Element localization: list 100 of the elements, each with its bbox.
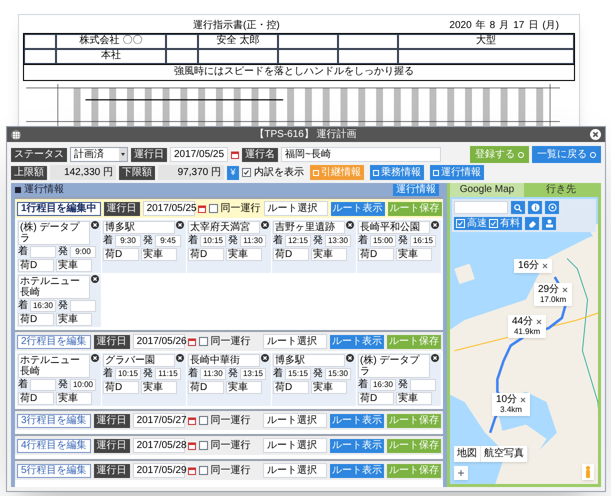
cargo-field[interactable]: 荷D xyxy=(358,248,394,261)
map-search-field[interactable] xyxy=(454,201,508,214)
toggle-checkbox[interactable] xyxy=(456,219,465,228)
status-field[interactable]: 実車 xyxy=(311,381,347,394)
date-field[interactable]: 2017/05/29 xyxy=(132,463,185,478)
tool-button[interactable]: 運行情報 xyxy=(430,165,484,180)
name-field[interactable]: 福岡~長崎 xyxy=(281,147,441,162)
status-field[interactable]: 実車 xyxy=(141,381,177,394)
status-field[interactable]: 実車 xyxy=(56,313,92,326)
target-button[interactable] xyxy=(545,201,559,214)
date-field[interactable]: 2017/05/25 xyxy=(170,147,228,162)
arrive-time-field[interactable]: 10:15 xyxy=(200,235,226,247)
zoom-in-button[interactable]: + xyxy=(454,466,468,480)
same-checkbox[interactable] xyxy=(198,441,208,450)
status-select[interactable]: 計画済 xyxy=(70,147,128,162)
stop-name-field[interactable]: ホテルニュー長崎 xyxy=(18,275,90,299)
cargo-field[interactable]: 荷D xyxy=(18,392,54,405)
cargo-field[interactable]: 荷D xyxy=(358,392,394,405)
arrive-time-field[interactable]: 16:30 xyxy=(30,300,56,312)
cargo-field[interactable]: 荷D xyxy=(273,248,309,261)
show-route-button[interactable]: ルート表示 xyxy=(330,438,384,452)
date-field[interactable]: 2017/05/25 xyxy=(142,201,195,216)
arrive-time-field[interactable]: 11:30 xyxy=(200,368,226,380)
map-type-button[interactable]: 航空写真 xyxy=(481,446,528,462)
stop-name-field[interactable]: 吉野ヶ里遺跡 xyxy=(273,221,345,234)
cargo-field[interactable]: 荷D xyxy=(18,259,54,272)
arrive-time-field[interactable]: 10:15 xyxy=(115,368,141,380)
depart-time-field[interactable]: 13:15 xyxy=(240,368,266,380)
day-tab[interactable]: 2行程目を編集 xyxy=(17,334,91,348)
day-tab[interactable]: 3行程目を編集 xyxy=(17,414,91,428)
depart-time-field[interactable] xyxy=(70,300,96,312)
arrive-time-field[interactable]: 9:30 xyxy=(115,235,141,247)
route-field[interactable]: ルート選択 xyxy=(264,201,328,216)
route-field[interactable]: ルート選択 xyxy=(263,413,327,428)
depart-time-field[interactable]: 16:15 xyxy=(410,235,436,247)
stop-name-field[interactable]: 長崎中華街 xyxy=(188,354,260,367)
same-checkbox[interactable] xyxy=(208,204,218,213)
depart-time-field[interactable]: 9:00 xyxy=(70,246,96,258)
arrive-time-field[interactable] xyxy=(30,246,56,258)
depart-time-field[interactable]: 11:30 xyxy=(240,235,266,247)
arrive-time-field[interactable]: 15:15 xyxy=(285,368,311,380)
depart-time-field[interactable]: 11:15 xyxy=(155,368,181,380)
depart-time-field[interactable]: 10:00 xyxy=(70,379,96,391)
stop-name-field[interactable]: (株) データプラ xyxy=(358,354,430,378)
status-field[interactable]: 実車 xyxy=(56,259,92,272)
arrive-time-field[interactable]: 12:15 xyxy=(285,235,311,247)
same-checkbox[interactable] xyxy=(198,466,208,475)
section-button[interactable]: 運行情報 xyxy=(393,184,439,196)
day-tab[interactable]: 1行程目を編集中 xyxy=(17,202,101,216)
status-field[interactable]: 実車 xyxy=(56,392,92,405)
cargo-field[interactable]: 荷D xyxy=(188,381,224,394)
action-button[interactable]: 一覧に戻る xyxy=(532,146,601,163)
status-field[interactable]: 実車 xyxy=(226,248,262,261)
toggle-checkbox[interactable] xyxy=(489,219,498,228)
depart-time-field[interactable] xyxy=(410,379,436,391)
stop-name-field[interactable]: 太宰府天満宮 xyxy=(188,221,260,234)
breakdown-checkbox[interactable] xyxy=(242,168,251,177)
depart-time-field[interactable]: 9:45 xyxy=(155,235,181,247)
arrive-time-field[interactable] xyxy=(30,379,56,391)
person-button[interactable] xyxy=(542,217,556,230)
cargo-field[interactable]: 荷D xyxy=(18,313,54,326)
cargo-field[interactable]: 荷D xyxy=(103,381,139,394)
same-checkbox[interactable] xyxy=(198,416,208,425)
depart-time-field[interactable]: 15:30 xyxy=(325,368,351,380)
status-field[interactable]: 実車 xyxy=(311,248,347,261)
stop-name-field[interactable]: (株) データプラ xyxy=(18,221,90,245)
cargo-field[interactable]: 荷D xyxy=(188,248,224,261)
stop-name-field[interactable]: 博多駅 xyxy=(273,354,345,367)
status-field[interactable]: 実車 xyxy=(396,248,432,261)
stop-name-field[interactable]: 長崎平和公園 xyxy=(358,221,430,234)
show-route-button[interactable]: ルート表示 xyxy=(330,464,384,478)
route-field[interactable]: ルート選択 xyxy=(263,334,327,349)
stop-name-field[interactable]: ホテルニュー長崎 xyxy=(18,354,90,378)
arrive-time-field[interactable]: 15:00 xyxy=(370,235,396,247)
same-checkbox[interactable] xyxy=(198,337,208,346)
arrive-time-field[interactable]: 16:30 xyxy=(370,379,396,391)
show-route-button[interactable]: ルート表示 xyxy=(330,414,384,428)
street-view-button[interactable] xyxy=(582,464,594,480)
route-field[interactable]: ルート選択 xyxy=(263,438,327,453)
map-type-button[interactable]: 地図 xyxy=(454,446,481,462)
route-field[interactable]: ルート選択 xyxy=(263,463,327,478)
yen-button[interactable]: ¥ xyxy=(227,166,239,180)
eraser-button[interactable] xyxy=(525,217,539,230)
map-tab[interactable]: Google Map xyxy=(450,183,524,197)
status-field[interactable]: 実車 xyxy=(396,392,432,405)
cargo-field[interactable]: 荷D xyxy=(273,381,309,394)
stop-name-field[interactable]: 博多駅 xyxy=(103,221,175,234)
info-button[interactable] xyxy=(528,201,542,214)
depart-time-field[interactable]: 13:30 xyxy=(325,235,351,247)
date-field[interactable]: 2017/05/26 xyxy=(132,334,185,349)
cargo-field[interactable]: 荷D xyxy=(103,248,139,261)
date-field[interactable]: 2017/05/27 xyxy=(132,413,185,428)
status-field[interactable]: 実車 xyxy=(226,381,262,394)
status-field[interactable]: 実車 xyxy=(141,248,177,261)
day-tab[interactable]: 4行程目を編集 xyxy=(17,438,91,452)
search-button[interactable] xyxy=(511,201,525,214)
show-route-button[interactable]: ルート表示 xyxy=(330,202,385,216)
date-field[interactable]: 2017/05/28 xyxy=(132,438,185,453)
show-route-button[interactable]: ルート表示 xyxy=(330,334,384,348)
tool-button[interactable]: 乗務情報 xyxy=(370,165,424,180)
